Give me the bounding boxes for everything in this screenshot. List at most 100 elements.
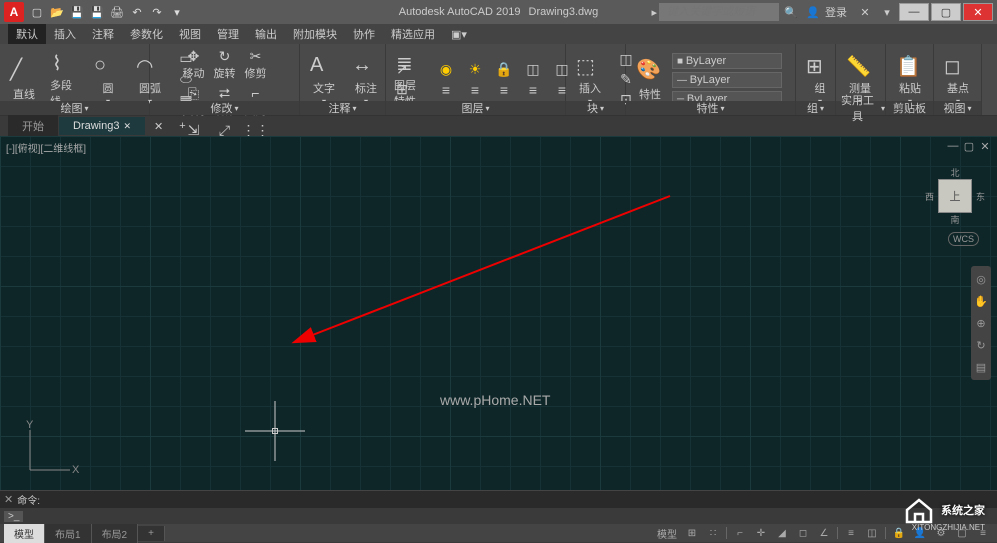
layer-match-button[interactable]: ≡ bbox=[461, 80, 489, 100]
layer-off-button[interactable]: ◉ bbox=[432, 60, 460, 80]
tab-featured[interactable]: 精选应用 bbox=[383, 24, 443, 44]
tab-drawing3[interactable]: Drawing3✕ bbox=[59, 117, 145, 135]
tab-view[interactable]: 视图 bbox=[171, 24, 209, 44]
snap-toggle-icon[interactable]: ∷ bbox=[703, 525, 723, 541]
move-button[interactable]: ✥移动 bbox=[179, 46, 209, 83]
otrack-toggle-icon[interactable]: ∠ bbox=[814, 525, 834, 541]
layer-iso-button[interactable]: ≡ bbox=[432, 80, 460, 100]
save-icon[interactable]: 💾 bbox=[68, 3, 86, 21]
open-icon[interactable]: 📂 bbox=[48, 3, 66, 21]
layer-lock-button[interactable]: 🔒 bbox=[490, 60, 518, 80]
tab-manage[interactable]: 管理 bbox=[209, 24, 247, 44]
grid-toggle-icon[interactable]: ⊞ bbox=[682, 525, 702, 541]
drawing-canvas[interactable]: [-][俯视][二维线框] — ▢ ✕ 上 北 南 东 西 WCS ◎ ✋ ⊕ … bbox=[0, 136, 997, 490]
annotation-scale-icon[interactable]: 🔒 bbox=[889, 525, 909, 541]
panel-properties-label[interactable]: 特性▾ bbox=[626, 101, 795, 115]
panel-layers-label[interactable]: 图层▾ bbox=[386, 101, 565, 115]
layer-properties-button[interactable]: ≣图层特性 bbox=[390, 52, 430, 108]
plot-icon[interactable]: 🖨 bbox=[108, 3, 126, 21]
undo-icon[interactable]: ↶ bbox=[128, 3, 146, 21]
layer-more1-button[interactable]: ◫ bbox=[519, 60, 547, 80]
dimension-button[interactable]: ↔标注▾ bbox=[346, 52, 386, 108]
app-logo[interactable]: A bbox=[4, 2, 24, 22]
panel-view-label[interactable]: 视图▾ bbox=[934, 101, 981, 115]
nav-wheel-icon[interactable]: ◎ bbox=[973, 270, 989, 288]
login-label[interactable]: 登录 bbox=[825, 4, 847, 20]
tab-start[interactable]: 开始 bbox=[8, 115, 58, 137]
minimize-button[interactable]: — bbox=[899, 3, 929, 21]
exchange-icon[interactable]: ✕ bbox=[855, 3, 875, 21]
panel-annotate-label[interactable]: 注释▾ bbox=[300, 101, 385, 115]
layer-freeze-button[interactable]: ☀ bbox=[461, 60, 489, 80]
color-combo[interactable]: ■ ByLayer bbox=[672, 53, 782, 69]
viewport-close-icon[interactable]: ✕ bbox=[979, 140, 991, 152]
viewcube-north[interactable]: 北 bbox=[950, 166, 959, 179]
panel-clipboard-label: 剪贴板 bbox=[886, 101, 933, 115]
command-input-row[interactable]: >_ bbox=[0, 508, 997, 524]
help-dropdown-icon[interactable]: ▾ bbox=[877, 3, 897, 21]
cmd-close-icon[interactable]: ✕ bbox=[4, 493, 13, 506]
saveas-icon[interactable]: 💾 bbox=[88, 3, 106, 21]
workspace-icon[interactable]: ⚙ bbox=[931, 525, 951, 541]
status-model[interactable]: 模型 bbox=[653, 525, 681, 541]
showmotion-icon[interactable]: ▤ bbox=[973, 358, 989, 376]
tab-expand-icon[interactable]: ▣▾ bbox=[443, 26, 475, 43]
redo-icon[interactable]: ↷ bbox=[148, 3, 166, 21]
qat-dropdown-icon[interactable]: ▾ bbox=[168, 3, 186, 21]
isodraft-toggle-icon[interactable]: ◢ bbox=[772, 525, 792, 541]
wcs-label[interactable]: WCS bbox=[948, 232, 979, 246]
maximize-button[interactable]: ▢ bbox=[931, 3, 961, 21]
panel-draw-label[interactable]: 绘图▾ bbox=[0, 101, 149, 115]
viewcube-west[interactable]: 西 bbox=[925, 190, 934, 203]
rotate-button[interactable]: ↻旋转 bbox=[210, 46, 240, 83]
properties-button[interactable]: 🎨特性 bbox=[630, 52, 670, 108]
annotation-vis-icon[interactable]: 👤 bbox=[910, 525, 930, 541]
tab-addins[interactable]: 附加模块 bbox=[285, 24, 345, 44]
lineweight-combo[interactable]: — ByLayer bbox=[672, 72, 782, 88]
tab-parametric[interactable]: 参数化 bbox=[122, 24, 171, 44]
viewcube-east[interactable]: 东 bbox=[976, 190, 985, 203]
tab-annotate[interactable]: 注释 bbox=[84, 24, 122, 44]
tab-close-icon[interactable]: ✕ bbox=[123, 121, 131, 132]
layer-walk-button[interactable]: ≡ bbox=[519, 80, 547, 100]
line-button[interactable]: ╱直线 bbox=[4, 52, 44, 108]
viewport-label[interactable]: [-][俯视][二维线框] bbox=[6, 140, 86, 155]
polar-toggle-icon[interactable]: ✛ bbox=[751, 525, 771, 541]
zoom-extents-icon[interactable]: ⊕ bbox=[973, 314, 989, 332]
tab-collaborate[interactable]: 协作 bbox=[345, 24, 383, 44]
circle-button[interactable]: ○圆▾ bbox=[88, 52, 128, 108]
panel-utilities-label[interactable]: 实用工具▾ bbox=[836, 101, 885, 115]
layout-tab-layout1[interactable]: 布局1 bbox=[45, 524, 92, 543]
panel-groups-label[interactable]: 组▾ bbox=[796, 101, 835, 115]
layer-prev-button[interactable]: ≡ bbox=[490, 80, 518, 100]
customize-icon[interactable]: ≡ bbox=[973, 525, 993, 541]
viewcube[interactable]: 上 北 南 东 西 bbox=[925, 166, 985, 226]
panel-block-label[interactable]: 块▾ bbox=[566, 101, 625, 115]
close-button[interactable]: ✕ bbox=[963, 3, 993, 21]
lineweight-toggle-icon[interactable]: ≡ bbox=[841, 525, 861, 541]
viewport-maximize-icon[interactable]: ▢ bbox=[963, 140, 975, 152]
palette-icon: 🎨 bbox=[636, 57, 664, 85]
layout-tab-model[interactable]: 模型 bbox=[4, 524, 45, 543]
search-input[interactable] bbox=[659, 3, 779, 21]
ortho-toggle-icon[interactable]: ⌐ bbox=[730, 525, 750, 541]
user-icon[interactable]: 👤 bbox=[803, 3, 823, 21]
layout-tab-add[interactable]: + bbox=[138, 526, 165, 541]
clean-screen-icon[interactable]: ▢ bbox=[952, 525, 972, 541]
trim-button[interactable]: ✂修剪 bbox=[241, 46, 271, 83]
orbit-icon[interactable]: ↻ bbox=[973, 336, 989, 354]
viewcube-south[interactable]: 南 bbox=[950, 213, 959, 226]
layout-tab-layout2[interactable]: 布局2 bbox=[92, 524, 139, 543]
pan-icon[interactable]: ✋ bbox=[973, 292, 989, 310]
viewport-minimize-icon[interactable]: — bbox=[947, 140, 959, 152]
panel-modify-label[interactable]: 修改▾ bbox=[150, 101, 299, 115]
tab-default[interactable]: 默认 bbox=[8, 24, 46, 44]
new-icon[interactable]: ▢ bbox=[28, 3, 46, 21]
transparency-toggle-icon[interactable]: ◫ bbox=[862, 525, 882, 541]
viewcube-top[interactable]: 上 北 南 东 西 bbox=[938, 179, 972, 213]
tab-insert[interactable]: 插入 bbox=[46, 24, 84, 44]
tab-output[interactable]: 输出 bbox=[247, 24, 285, 44]
osnap-toggle-icon[interactable]: ◻ bbox=[793, 525, 813, 541]
command-line[interactable]: ✕ 命令: bbox=[0, 490, 997, 508]
search-icon[interactable]: 🔍 bbox=[781, 3, 801, 21]
